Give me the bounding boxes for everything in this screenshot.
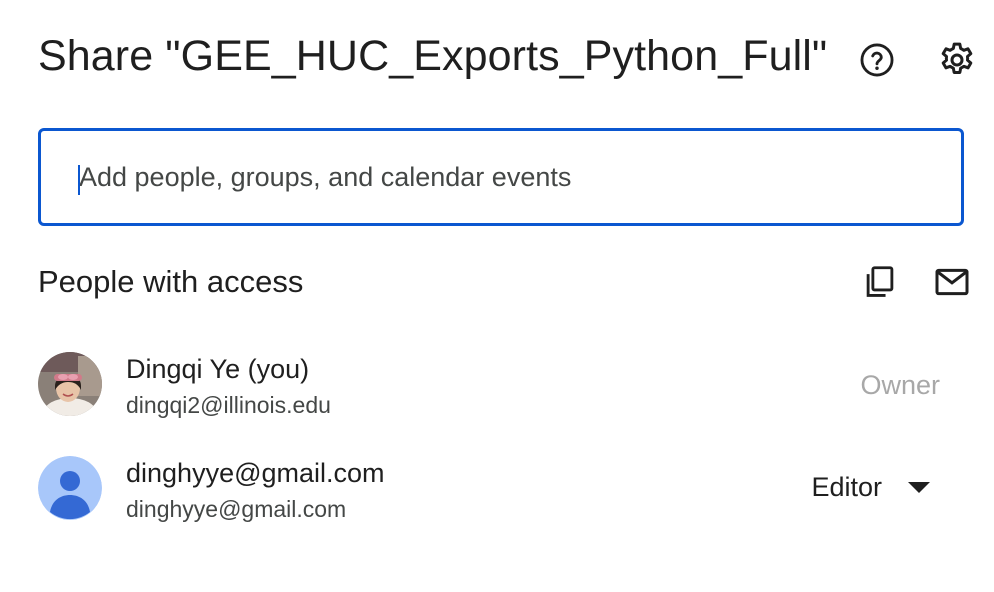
settings-button[interactable] (933, 36, 981, 84)
gear-icon (941, 42, 973, 74)
default-person-icon (38, 456, 102, 520)
add-people-input[interactable] (41, 131, 961, 223)
person-row: dinghyye@gmail.com dinghyye@gmail.com Ed… (38, 456, 958, 522)
mail-icon (935, 268, 969, 296)
copy-emails-button[interactable] (856, 258, 904, 306)
dialog-title: Share "GEE_HUC_Exports_Python_Full" (38, 32, 828, 80)
text-caret (78, 165, 80, 195)
share-dialog: Share "GEE_HUC_Exports_Python_Full" Peop… (0, 0, 994, 592)
role-label: Editor (811, 472, 882, 502)
person-email: dingqi2@illinois.edu (126, 392, 331, 418)
role-dropdown[interactable]: Editor (811, 472, 930, 503)
help-button[interactable] (853, 36, 901, 84)
person-email: dinghyye@gmail.com (126, 496, 347, 522)
person-row: Dingqi Ye (you) dingqi2@illinois.edu Own… (38, 352, 958, 418)
person-name: dinghyye@gmail.com (126, 458, 385, 488)
help-circle-icon (860, 43, 894, 77)
email-people-button[interactable] (928, 258, 976, 306)
avatar-photo (38, 352, 102, 416)
person-name: Dingqi Ye (you) (126, 354, 310, 384)
copy-icon (866, 266, 894, 297)
people-with-access-title: People with access (38, 264, 304, 299)
avatar (38, 352, 102, 416)
avatar (38, 456, 102, 520)
add-people-field[interactable] (38, 128, 964, 226)
chevron-down-icon (908, 482, 930, 493)
owner-role-label: Owner (860, 370, 940, 400)
